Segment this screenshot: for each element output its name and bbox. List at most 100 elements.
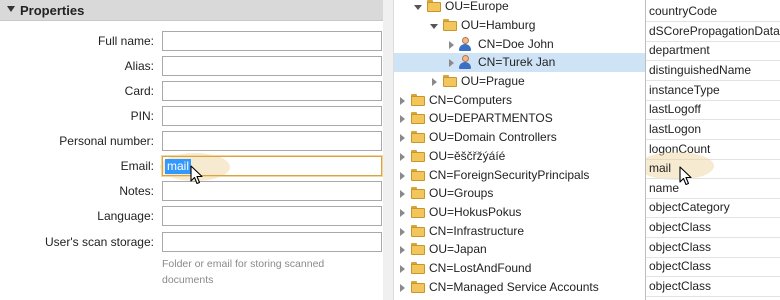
tree-node-groups[interactable]: OU=Groups (394, 184, 645, 203)
tree-node-label: OU=Europe (445, 0, 509, 13)
pin-input[interactable] (162, 106, 382, 126)
attribute-item[interactable]: lastLogoff (646, 100, 780, 120)
email-input-value: mail (165, 159, 192, 174)
user-icon (458, 55, 472, 70)
folder-icon (411, 94, 425, 106)
tree-node-label: OU=Prague (461, 74, 525, 88)
folder-icon (411, 112, 425, 124)
attribute-item[interactable]: objectClass (646, 277, 780, 297)
scan-storage-label: User's scan storage: (44, 235, 154, 249)
tree-node-label: OU=ěščřžýáíé (429, 149, 506, 163)
card-input[interactable] (162, 81, 382, 101)
scan-storage-input[interactable] (162, 232, 382, 252)
directory-tree: OU=Europe OU=Hamburg CN=Doe John CN=Ture… (393, 0, 645, 300)
alias-input[interactable] (162, 56, 382, 76)
tree-node-doe-john[interactable]: CN=Doe John (394, 35, 645, 54)
tree-node-diacritics[interactable]: OU=ěščřžýáíé (394, 147, 645, 166)
personal-number-label: Personal number: (59, 134, 154, 148)
chevron-right-icon[interactable] (449, 59, 454, 67)
tree-node-label: OU=DEPARTMENTOS (429, 111, 553, 125)
field-row-scan-storage: User's scan storage: (0, 232, 383, 252)
folder-icon (411, 150, 425, 162)
chevron-right-icon[interactable] (400, 97, 405, 105)
folder-icon (411, 131, 425, 143)
full-name-label: Full name: (97, 34, 154, 48)
tree-node-foreign-security-principals[interactable]: CN=ForeignSecurityPrincipals (394, 166, 645, 185)
folder-icon (411, 262, 425, 274)
language-input[interactable] (162, 206, 382, 226)
chevron-right-icon[interactable] (432, 78, 437, 86)
mouse-pointer-icon (679, 166, 692, 186)
tree-node-computers[interactable]: CN=Computers (394, 91, 645, 110)
chevron-right-icon[interactable] (400, 115, 405, 123)
tree-node-departmentos[interactable]: OU=DEPARTMENTOS (394, 109, 645, 128)
attribute-item[interactable]: department (646, 41, 780, 61)
chevron-right-icon[interactable] (400, 228, 405, 236)
attribute-list: countryCode dSCorePropagationData depart… (645, 0, 780, 300)
tree-node-label: CN=Infrastructure (429, 224, 525, 238)
folder-icon (411, 169, 425, 181)
language-label: Language: (97, 209, 154, 223)
field-row-alias: Alias: (0, 56, 383, 76)
folder-icon (411, 187, 425, 199)
attribute-item[interactable]: objectCategory (646, 198, 780, 218)
chevron-right-icon[interactable] (400, 265, 405, 273)
attribute-item[interactable]: name (646, 179, 780, 199)
properties-panel: Properties Full name: Alias: Card: PIN: … (0, 0, 393, 300)
tree-node-infrastructure[interactable]: CN=Infrastructure (394, 222, 645, 241)
field-row-card: Card: (0, 81, 383, 101)
chevron-right-icon[interactable] (400, 246, 405, 254)
attribute-item[interactable]: distinguishedName (646, 61, 780, 81)
tree-node-prague[interactable]: OU=Prague (394, 72, 645, 91)
attribute-item-selected[interactable]: mail (646, 159, 780, 179)
folder-icon (411, 281, 425, 293)
tree-node-hokuspokus[interactable]: OU=HokusPokus (394, 203, 645, 222)
chevron-right-icon[interactable] (400, 209, 405, 217)
tree-node-lost-and-found[interactable]: CN=LostAndFound (394, 259, 645, 278)
attribute-item[interactable]: lastLogon (646, 120, 780, 140)
attribute-item[interactable]: dSCorePropagationData (646, 22, 780, 42)
mouse-pointer-icon (190, 165, 203, 185)
folder-icon (443, 19, 457, 31)
attribute-item[interactable]: objectClass (646, 238, 780, 258)
personal-number-input[interactable] (162, 131, 382, 151)
folder-icon (411, 225, 425, 237)
collapse-arrow-icon[interactable] (7, 6, 15, 12)
tree-node-label: OU=Hamburg (461, 18, 536, 32)
properties-header[interactable]: Properties (0, 0, 383, 21)
chevron-right-icon[interactable] (400, 153, 405, 161)
email-label: Email: (120, 159, 154, 173)
tree-node-hamburg[interactable]: OU=Hamburg (394, 16, 645, 35)
properties-title: Properties (20, 3, 85, 18)
chevron-right-icon[interactable] (449, 41, 454, 49)
tree-node-turek-jan[interactable]: CN=Turek Jan (394, 53, 645, 72)
field-row-language: Language: (0, 206, 383, 226)
tree-node-managed-service-accounts[interactable]: CN=Managed Service Accounts (394, 278, 645, 297)
field-row-personal-number: Personal number: (0, 131, 383, 151)
pin-label: PIN: (130, 109, 154, 123)
tree-node-label: CN=LostAndFound (429, 261, 532, 275)
attribute-item[interactable]: countryCode (646, 2, 780, 22)
chevron-down-icon[interactable] (414, 5, 422, 10)
tree-node-japan[interactable]: OU=Japan (394, 240, 645, 259)
tree-node-label: CN=ForeignSecurityPrincipals (429, 168, 590, 182)
tree-node-label: OU=HokusPokus (429, 205, 522, 219)
tree-node-domain-controllers[interactable]: OU=Domain Controllers (394, 128, 645, 147)
card-label: Card: (124, 84, 154, 98)
chevron-right-icon[interactable] (400, 284, 405, 292)
panel-splitter[interactable] (383, 0, 393, 300)
attribute-item[interactable]: instanceType (646, 81, 780, 101)
tree-node-label: CN=Managed Service Accounts (429, 280, 599, 294)
chevron-right-icon[interactable] (400, 190, 405, 198)
chevron-right-icon[interactable] (400, 172, 405, 180)
folder-icon (411, 206, 425, 218)
attribute-item[interactable]: objectClass (646, 257, 780, 277)
full-name-input[interactable] (162, 31, 382, 51)
tree-node-label: OU=Japan (429, 242, 487, 256)
chevron-down-icon[interactable] (430, 24, 438, 29)
attribute-item[interactable]: objectClass (646, 218, 780, 238)
tree-node-label: CN=Doe John (478, 37, 554, 51)
tree-node-europe[interactable]: OU=Europe (394, 0, 645, 16)
chevron-right-icon[interactable] (400, 134, 405, 142)
folder-icon (427, 0, 441, 12)
